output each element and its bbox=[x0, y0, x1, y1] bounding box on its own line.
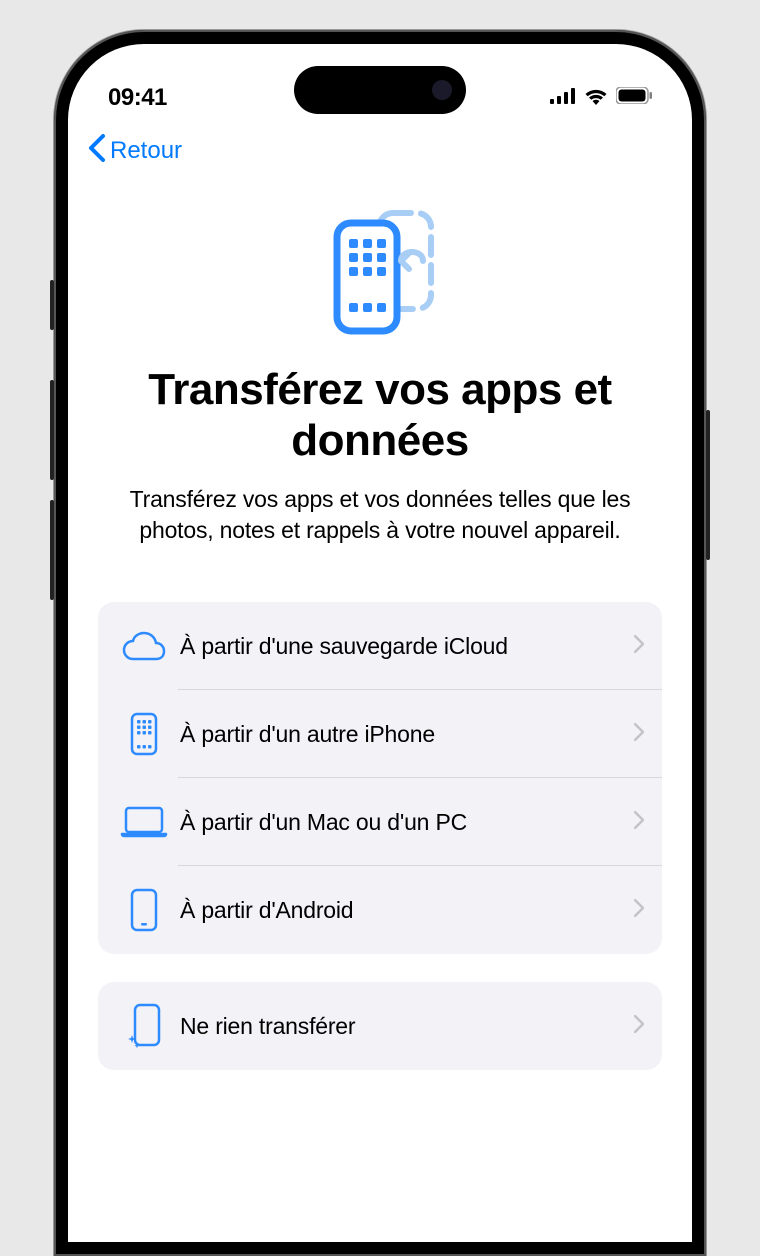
option-icloud-backup[interactable]: À partir d'une sauvegarde iCloud bbox=[98, 602, 662, 690]
laptop-icon bbox=[116, 806, 172, 838]
battery-icon bbox=[616, 87, 652, 109]
option-mac-pc[interactable]: À partir d'un Mac ou d'un PC bbox=[98, 778, 662, 866]
status-indicators bbox=[550, 87, 652, 110]
transfer-hero-icon bbox=[98, 207, 662, 337]
screen: 09:41 Re bbox=[68, 44, 692, 1242]
page-subtitle: Transférez vos apps et vos données telle… bbox=[98, 484, 662, 546]
side-button bbox=[706, 410, 710, 560]
option-another-iphone[interactable]: À partir d'un autre iPhone bbox=[98, 690, 662, 778]
side-button bbox=[50, 380, 54, 480]
phone-frame: 09:41 Re bbox=[54, 30, 706, 1256]
back-label: Retour bbox=[110, 137, 182, 165]
cellular-icon bbox=[550, 88, 576, 109]
status-time: 09:41 bbox=[108, 84, 167, 112]
option-android[interactable]: À partir d'Android bbox=[98, 866, 662, 954]
chevron-right-icon bbox=[634, 720, 644, 748]
phone-outline-icon bbox=[116, 888, 172, 932]
option-label: Ne rien transférer bbox=[172, 1012, 634, 1041]
chevron-right-icon bbox=[634, 1012, 644, 1040]
page-title: Transférez vos apps et données bbox=[98, 365, 662, 466]
wifi-icon bbox=[584, 87, 608, 110]
dynamic-island bbox=[294, 66, 466, 114]
option-no-transfer[interactable]: Ne rien transférer bbox=[98, 982, 662, 1070]
side-button bbox=[50, 500, 54, 600]
device-mockup-container: 09:41 Re bbox=[0, 0, 760, 1256]
chevron-left-icon bbox=[88, 134, 106, 167]
chevron-right-icon bbox=[634, 632, 644, 660]
cloud-icon bbox=[116, 631, 172, 661]
option-label: À partir d'un Mac ou d'un PC bbox=[172, 808, 634, 837]
transfer-options-group: À partir d'une sauvegarde iCloud bbox=[98, 602, 662, 954]
chevron-right-icon bbox=[634, 808, 644, 836]
option-label: À partir d'Android bbox=[172, 896, 634, 925]
content: Transférez vos apps et données Transfére… bbox=[68, 177, 692, 1070]
side-button bbox=[50, 280, 54, 330]
option-label: À partir d'un autre iPhone bbox=[172, 720, 634, 749]
chevron-right-icon bbox=[634, 896, 644, 924]
back-button[interactable]: Retour bbox=[88, 134, 182, 167]
camera-icon bbox=[432, 80, 452, 100]
secondary-options-group: Ne rien transférer bbox=[98, 982, 662, 1070]
nav-bar: Retour bbox=[68, 124, 692, 177]
phone-sparkle-icon bbox=[116, 1003, 172, 1049]
iphone-apps-icon bbox=[116, 712, 172, 756]
option-label: À partir d'une sauvegarde iCloud bbox=[172, 632, 634, 661]
